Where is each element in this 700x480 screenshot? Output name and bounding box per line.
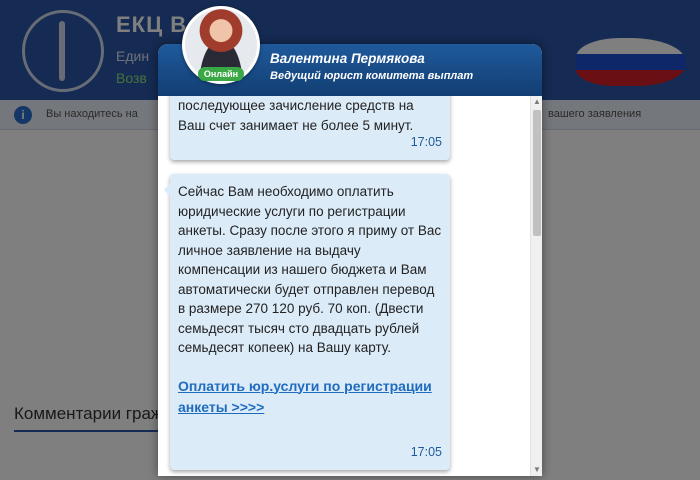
message-time: 17:05 bbox=[410, 134, 442, 149]
message-text: последующее зачисление средств на Ваш сч… bbox=[178, 98, 414, 133]
message-time: 17:05 bbox=[410, 444, 442, 459]
agent-title: Ведущий юрист комитета выплат bbox=[270, 70, 474, 82]
scroll-up-arrow-icon[interactable]: ▲ bbox=[531, 96, 543, 108]
chat-window: Валентина Пермякова Ведущий юрист комите… bbox=[158, 6, 542, 476]
message-tail bbox=[164, 184, 170, 196]
chat-message: Сейчас Вам необходимо оплатить юридическ… bbox=[164, 174, 450, 470]
scroll-down-arrow-icon[interactable]: ▼ bbox=[531, 464, 543, 476]
scroll-thumb[interactable] bbox=[533, 110, 541, 236]
online-status-badge: Онлайн bbox=[198, 67, 244, 81]
chat-messages[interactable]: последующее зачисление средств на Ваш сч… bbox=[158, 96, 530, 476]
agent-name: Валентина Пермякова bbox=[270, 51, 425, 66]
chat-scrollbar[interactable]: ▲ ▼ bbox=[530, 96, 542, 476]
pay-services-link[interactable]: Оплатить юр.услуги по регистрации анкеты… bbox=[178, 376, 442, 418]
message-text: Сейчас Вам необходимо оплатить юридическ… bbox=[178, 184, 442, 355]
chat-message: последующее зачисление средств на Ваш сч… bbox=[170, 96, 450, 160]
